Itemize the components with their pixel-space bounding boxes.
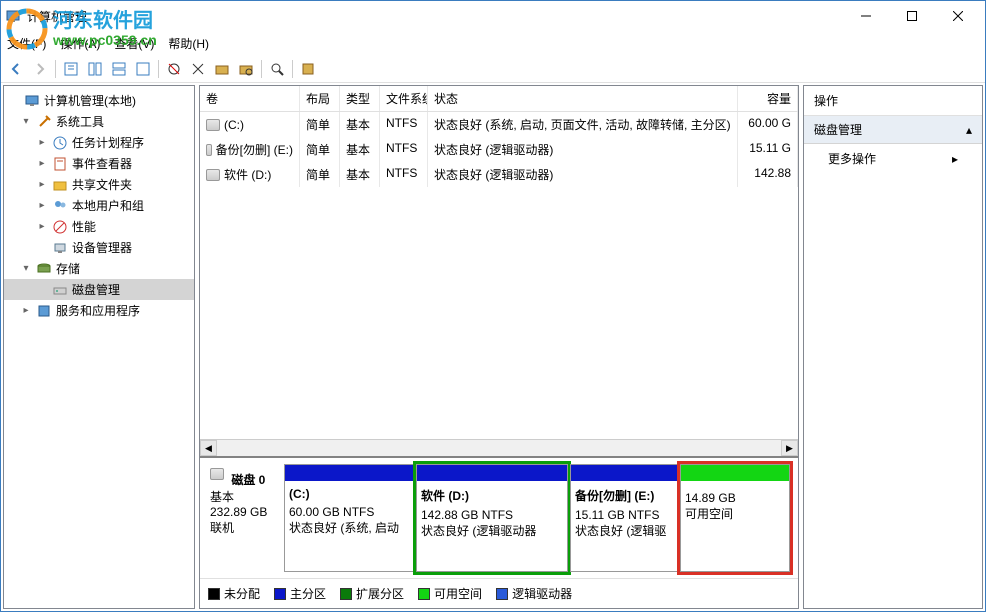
tree-performance[interactable]: ▸ 性能 (4, 216, 194, 237)
actions-section[interactable]: 磁盘管理 ▴ (804, 116, 982, 144)
partition-free[interactable]: 14.89 GB 可用空间 (680, 464, 790, 572)
legend-primary: 主分区 (274, 585, 326, 602)
service-icon (36, 303, 52, 319)
header-layout[interactable]: 布局 (300, 86, 340, 111)
window-controls (843, 1, 981, 31)
disk-size: 232.89 GB (210, 505, 267, 519)
legend-free: 可用空间 (418, 585, 482, 602)
back-button[interactable] (5, 58, 27, 80)
disk-icon (52, 282, 68, 298)
partitions-container: (C:) 60.00 GB NTFS 状态良好 (系统, 启动 软件 (D:) … (284, 464, 792, 572)
toolbar-btn-8[interactable] (235, 58, 257, 80)
window-title: 计算机管理 (27, 8, 843, 25)
toolbar-btn-10[interactable] (297, 58, 319, 80)
minimize-button[interactable] (843, 1, 889, 31)
toolbar-btn-5[interactable] (163, 58, 185, 80)
toolbar-btn-1[interactable] (60, 58, 82, 80)
disk-status: 联机 (210, 521, 234, 535)
users-icon (52, 198, 68, 214)
header-volume[interactable]: 卷 (200, 86, 300, 111)
drive-icon (206, 119, 220, 131)
table-row[interactable]: (C:) 简单 基本 NTFS 状态良好 (系统, 启动, 页面文件, 活动, … (200, 112, 798, 137)
actions-header: 操作 (804, 86, 982, 116)
tree-panel: 计算机管理(本地) ▾ 系统工具 ▸ 任务计划程序 ▸ 事件查看器 ▸ 共享文件… (3, 85, 195, 609)
table-row[interactable]: 软件 (D:) 简单 基本 NTFS 状态良好 (逻辑驱动器) 142.88 (200, 162, 798, 187)
tree-device-manager[interactable]: 设备管理器 (4, 237, 194, 258)
task-icon (52, 135, 68, 151)
computer-icon (24, 93, 40, 109)
disk-panel: 磁盘 0 基本 232.89 GB 联机 (C:) 60.00 GB NTFS … (200, 456, 798, 608)
scroll-right-button[interactable]: ▶ (781, 440, 798, 456)
partition-c[interactable]: (C:) 60.00 GB NTFS 状态良好 (系统, 启动 (284, 464, 414, 572)
menu-action[interactable]: 操作(A) (60, 35, 100, 52)
actions-more[interactable]: 更多操作 ▸ (804, 144, 982, 173)
toolbar-btn-3[interactable] (108, 58, 130, 80)
tree-computer-management[interactable]: 计算机管理(本地) (4, 90, 194, 111)
event-icon (52, 156, 68, 172)
tree-event-viewer[interactable]: ▸ 事件查看器 (4, 153, 194, 174)
volume-table: 卷 布局 类型 文件系统 状态 容量 (C:) 简单 基本 NTFS 状态良好 … (200, 86, 798, 439)
perf-icon (52, 219, 68, 235)
toolbar-btn-4[interactable] (132, 58, 154, 80)
header-filesystem[interactable]: 文件系统 (380, 86, 428, 111)
table-header: 卷 布局 类型 文件系统 状态 容量 (200, 86, 798, 112)
tree-local-users[interactable]: ▸ 本地用户和组 (4, 195, 194, 216)
header-type[interactable]: 类型 (340, 86, 380, 111)
drive-icon (210, 468, 224, 480)
app-icon (5, 8, 21, 24)
center-panel: 卷 布局 类型 文件系统 状态 容量 (C:) 简单 基本 NTFS 状态良好 … (199, 85, 799, 609)
disk-type: 基本 (210, 490, 234, 504)
disk-row: 磁盘 0 基本 232.89 GB 联机 (C:) 60.00 GB NTFS … (200, 458, 798, 578)
table-row[interactable]: 备份[勿删] (E:) 简单 基本 NTFS 状态良好 (逻辑驱动器) 15.1… (200, 137, 798, 162)
tree-storage[interactable]: ▾ 存储 (4, 258, 194, 279)
scroll-left-button[interactable]: ◀ (200, 440, 217, 456)
menu-view[interactable]: 查看(V) (114, 35, 154, 52)
collapse-icon: ▴ (966, 123, 972, 137)
toolbar-btn-6[interactable] (187, 58, 209, 80)
drive-icon (206, 169, 220, 181)
header-capacity[interactable]: 容量 (738, 86, 798, 111)
maximize-button[interactable] (889, 1, 935, 31)
disk-info[interactable]: 磁盘 0 基本 232.89 GB 联机 (206, 464, 280, 572)
close-button[interactable] (935, 1, 981, 31)
legend-unallocated: 未分配 (208, 585, 260, 602)
legend-extended: 扩展分区 (340, 585, 404, 602)
toolbar-btn-9[interactable] (266, 58, 288, 80)
actions-panel: 操作 磁盘管理 ▴ 更多操作 ▸ (803, 85, 983, 609)
tree-system-tools[interactable]: ▾ 系统工具 (4, 111, 194, 132)
share-icon (52, 177, 68, 193)
tree-shared-folders[interactable]: ▸ 共享文件夹 (4, 174, 194, 195)
chevron-right-icon: ▸ (952, 152, 958, 166)
tree-task-scheduler[interactable]: ▸ 任务计划程序 (4, 132, 194, 153)
horizontal-scrollbar[interactable]: ◀ ▶ (200, 439, 798, 456)
disk-name: 磁盘 0 (231, 473, 265, 487)
tree-disk-management[interactable]: 磁盘管理 (4, 279, 194, 300)
drive-icon (206, 144, 212, 156)
legend: 未分配 主分区 扩展分区 可用空间 逻辑驱动器 (200, 578, 798, 608)
storage-icon (36, 261, 52, 277)
title-bar: 计算机管理 (1, 1, 985, 31)
menu-file[interactable]: 文件(F) (7, 35, 46, 52)
menu-help[interactable]: 帮助(H) (168, 35, 209, 52)
partition-e[interactable]: 备份[勿删] (E:) 15.11 GB NTFS 状态良好 (逻辑驱 (570, 464, 678, 572)
tools-icon (36, 114, 52, 130)
forward-button[interactable] (29, 58, 51, 80)
menu-bar: 文件(F) 操作(A) 查看(V) 帮助(H) (1, 31, 985, 55)
tree-services-apps[interactable]: ▸ 服务和应用程序 (4, 300, 194, 321)
main-content: 计算机管理(本地) ▾ 系统工具 ▸ 任务计划程序 ▸ 事件查看器 ▸ 共享文件… (1, 83, 985, 611)
toolbar-btn-2[interactable] (84, 58, 106, 80)
device-icon (52, 240, 68, 256)
legend-logical: 逻辑驱动器 (496, 585, 572, 602)
toolbar-btn-7[interactable] (211, 58, 233, 80)
partition-d[interactable]: 软件 (D:) 142.88 GB NTFS 状态良好 (逻辑驱动器 (416, 464, 568, 572)
toolbar (1, 55, 985, 83)
header-status[interactable]: 状态 (428, 86, 738, 111)
